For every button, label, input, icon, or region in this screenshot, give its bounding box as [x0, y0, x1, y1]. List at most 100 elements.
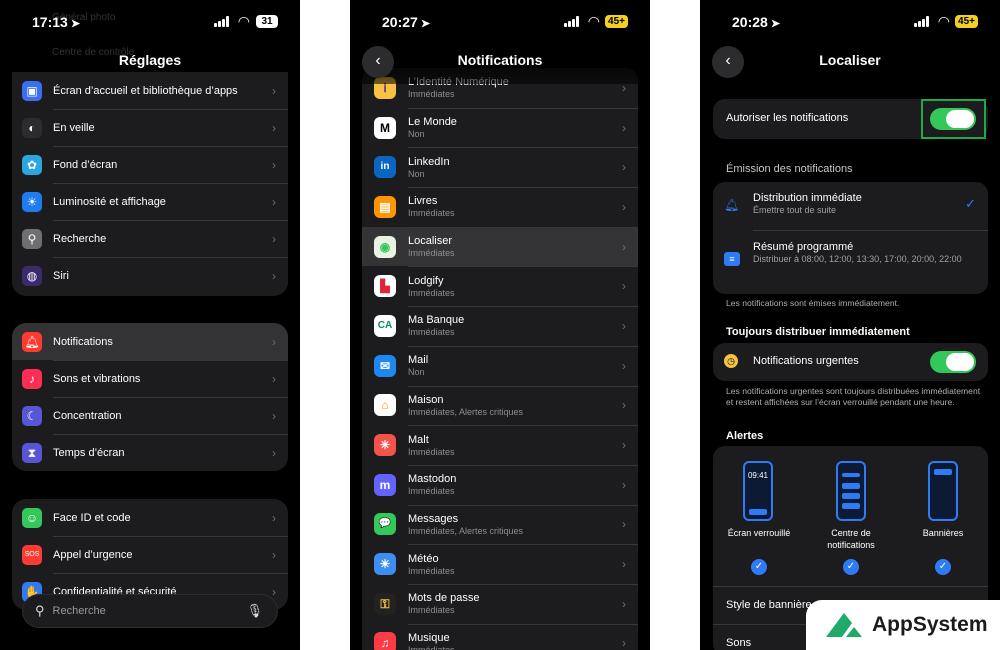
- app-row[interactable]: ▤ Livres Immédiates ›: [362, 187, 638, 227]
- app-icon: M: [374, 116, 396, 139]
- urgent-toggle[interactable]: [930, 351, 976, 373]
- app-notification-status: Non: [408, 129, 425, 140]
- settings-item[interactable]: ♪ Sons et vibrations ›: [12, 360, 288, 397]
- app-row[interactable]: in LinkedIn Non ›: [362, 147, 638, 187]
- clock-icon: ◷: [724, 354, 738, 368]
- app-row[interactable]: ▙ Lodgify Immédiates ›: [362, 266, 638, 306]
- chevron-right-icon: ›: [622, 596, 626, 611]
- settings-item-label: Appel d’urgence: [53, 548, 133, 561]
- settings-item[interactable]: ◐ En veille ›: [12, 109, 288, 146]
- app-notification-status: Immédiates: [408, 327, 455, 338]
- preview-time: 09:41: [747, 471, 769, 480]
- chevron-right-icon: ›: [272, 510, 276, 525]
- focus-icon: ☾: [22, 405, 42, 426]
- search-bar[interactable]: ⚲ Recherche 🎙: [22, 594, 278, 628]
- option-desc: Émettre tout de suite: [753, 205, 837, 215]
- app-row[interactable]: M Le Monde Non ›: [362, 107, 638, 148]
- app-row[interactable]: ☀ Météo Immédiates ›: [362, 544, 638, 584]
- chevron-right-icon: ›: [272, 408, 276, 423]
- app-notification-status: Non: [408, 168, 425, 179]
- back-button[interactable]: ‹: [362, 46, 394, 78]
- app-name: Ma Banque: [408, 314, 465, 327]
- settings-item[interactable]: ☾ Concentration ›: [12, 397, 288, 434]
- app-row[interactable]: ♫ Musique Immédiates ›: [362, 623, 638, 650]
- app-row[interactable]: ⚿ Mots de passe Immédiates ›: [362, 583, 638, 624]
- notifications-icon: 🔔︎: [22, 331, 42, 352]
- settings-item[interactable]: SOS Appel d’urgence ›: [12, 536, 288, 573]
- app-notification-status: Immédiates: [408, 287, 455, 298]
- app-row[interactable]: m Mastodon Immédiates ›: [362, 464, 638, 505]
- preview-bar: [842, 503, 860, 509]
- app-icon: m: [374, 473, 396, 496]
- option-title: Distribution immédiate: [753, 192, 862, 204]
- option-desc: Distribuer à 08:00, 12:00, 13:30, 17:00,…: [753, 254, 962, 264]
- section-header: Toujours distribuer immédiatement: [726, 326, 910, 338]
- chevron-right-icon: ›: [622, 279, 626, 294]
- chevron-right-icon: ›: [622, 358, 626, 373]
- checkmark-icon: ✓: [935, 559, 951, 575]
- location-arrow-icon: ➤: [420, 18, 431, 30]
- app-name: Mastodon: [408, 473, 457, 486]
- search-icon: ⚲: [22, 228, 42, 249]
- alert-notification-center[interactable]: Centre de notifications ✓: [805, 446, 897, 580]
- app-row[interactable]: ✳ Malt Immédiates ›: [362, 425, 638, 465]
- settings-item-label: Luminosité et affichage: [53, 195, 166, 208]
- sounds-row[interactable]: Sons: [726, 637, 751, 649]
- settings-item-label: Recherche: [53, 232, 107, 245]
- chevron-right-icon: ›: [622, 318, 626, 333]
- app-notification-status: Immédiates: [408, 89, 455, 100]
- notifications-screen: 20:27➤ ◠ 45+ ‹ Notifications ⅰL’Identité…: [350, 0, 650, 650]
- settings-item[interactable]: ☀ Luminosité et affichage ›: [12, 183, 288, 220]
- alert-lock-screen[interactable]: 09:41 Écran verrouillé ✓: [713, 446, 805, 580]
- signal-icon: [564, 16, 580, 27]
- allow-notifications-label: Autoriser les notifications: [726, 112, 849, 124]
- back-button[interactable]: ‹: [712, 46, 744, 78]
- face-id-icon: ☺: [22, 507, 42, 528]
- chevron-right-icon: ›: [272, 334, 276, 349]
- settings-item[interactable]: ⚲ Recherche ›: [12, 220, 288, 257]
- settings-item-label: Siri: [53, 269, 69, 282]
- brand-name: AppSystem: [872, 613, 988, 636]
- scheduled-summary-option[interactable]: ≡ Résumé programmé Distribuer à 08:00, 1…: [713, 231, 988, 293]
- microphone-icon[interactable]: 🎙: [246, 603, 263, 619]
- chevron-right-icon: ›: [622, 398, 626, 413]
- chevron-right-icon: ›: [622, 636, 626, 650]
- settings-item-label: Notifications: [53, 335, 113, 348]
- status-time: 20:28 ➤: [732, 14, 781, 30]
- app-row[interactable]: ◉ Localiser Immédiates ›: [362, 226, 638, 267]
- settings-item[interactable]: ⧗ Temps d’écran ›: [12, 434, 288, 471]
- highlight-box: [921, 99, 986, 139]
- chevron-right-icon: ›: [272, 445, 276, 460]
- appsystem-logo: AppSystem: [806, 600, 1000, 650]
- page-title: Notifications: [457, 52, 543, 68]
- settings-item[interactable]: ◍ Siri ›: [12, 257, 288, 294]
- app-row[interactable]: CA Ma Banque Immédiates ›: [362, 306, 638, 346]
- checkmark-icon: ✓: [965, 196, 976, 211]
- app-icon: ⌂: [374, 394, 396, 417]
- page-title: Réglages: [118, 52, 182, 68]
- settings-item[interactable]: 🔔︎ Notifications ›: [12, 323, 288, 360]
- chevron-right-icon: ›: [622, 438, 626, 453]
- settings-item[interactable]: ▣ Écran d’accueil et bibliothèque d’apps ›: [12, 72, 288, 109]
- sos-icon: SOS: [22, 544, 42, 565]
- app-row[interactable]: ✉ Mail Non ›: [362, 345, 638, 386]
- app-notification-status: Non: [408, 367, 425, 378]
- alert-banners[interactable]: Bannières ✓: [897, 446, 989, 580]
- settings-group-notifications: 🔔︎ Notifications › ♪ Sons et vibrations › ☾ Con…: [12, 323, 288, 471]
- chevron-right-icon: ›: [272, 371, 276, 386]
- app-row[interactable]: ⌂ Maison Immédiates, Alertes critiques ›: [362, 385, 638, 426]
- urgent-notifications-row: ◷ Notifications urgentes: [713, 343, 988, 381]
- search-placeholder: Recherche: [52, 605, 106, 617]
- banner-style-row[interactable]: Style de bannière: [726, 599, 812, 611]
- settings-item-label: Temps d’écran: [53, 446, 125, 459]
- settings-item-label: Face ID et code: [53, 511, 131, 524]
- checkmark-icon: ✓: [751, 559, 767, 575]
- battery-icon: 45+: [955, 15, 978, 28]
- settings-item[interactable]: ✿ Fond d’écran ›: [12, 146, 288, 183]
- app-name: Lodgify: [408, 274, 444, 287]
- alert-label: Écran verrouillé: [727, 528, 791, 538]
- settings-item-label: Sons et vibrations: [53, 372, 141, 385]
- settings-item[interactable]: ☺ Face ID et code ›: [12, 499, 288, 536]
- app-row[interactable]: 💬 Messages Immédiates, Alertes critiques ›: [362, 504, 638, 545]
- immediate-delivery-option[interactable]: 🔔︎ Distribution immédiate Émettre tout d…: [713, 182, 988, 230]
